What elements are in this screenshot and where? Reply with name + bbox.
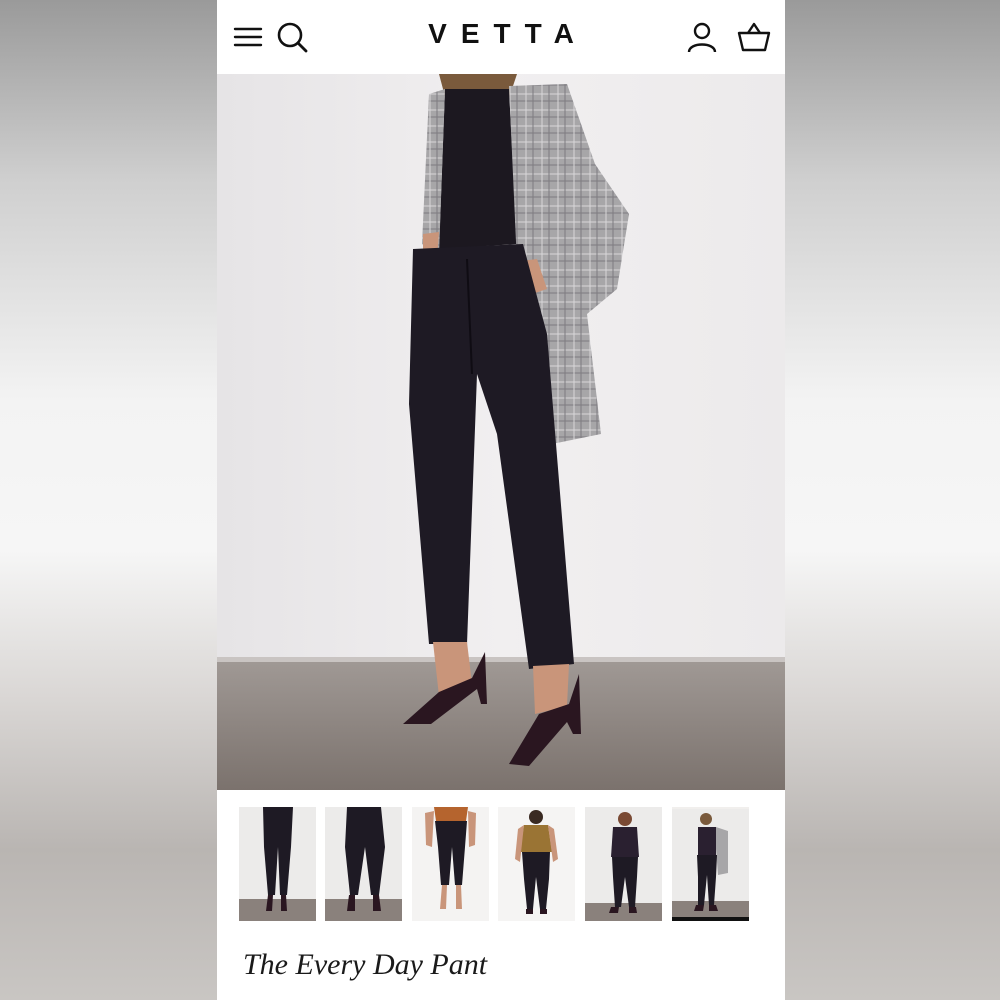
thumbnail-gallery xyxy=(217,807,785,925)
shopping-basket-icon[interactable] xyxy=(737,20,771,54)
product-hero-image[interactable] xyxy=(217,74,785,790)
user-account-icon[interactable] xyxy=(685,20,719,54)
product-title: The Every Day Pant xyxy=(243,948,488,981)
site-header: VETTA xyxy=(217,0,785,74)
thumbnail-styled-orange-top[interactable] xyxy=(412,807,489,921)
product-page: VETTA The Every Day Pant xyxy=(217,0,785,1000)
thumbnail-front[interactable] xyxy=(239,807,316,921)
thumbnail-styled-plaid-blazer[interactable] xyxy=(672,807,749,921)
thumbnail-styled-black-top[interactable] xyxy=(585,807,662,921)
thumbnail-styled-tan-tee[interactable] xyxy=(498,807,575,921)
hero-model-illustration xyxy=(217,74,785,790)
thumbnail-back[interactable] xyxy=(325,807,402,921)
